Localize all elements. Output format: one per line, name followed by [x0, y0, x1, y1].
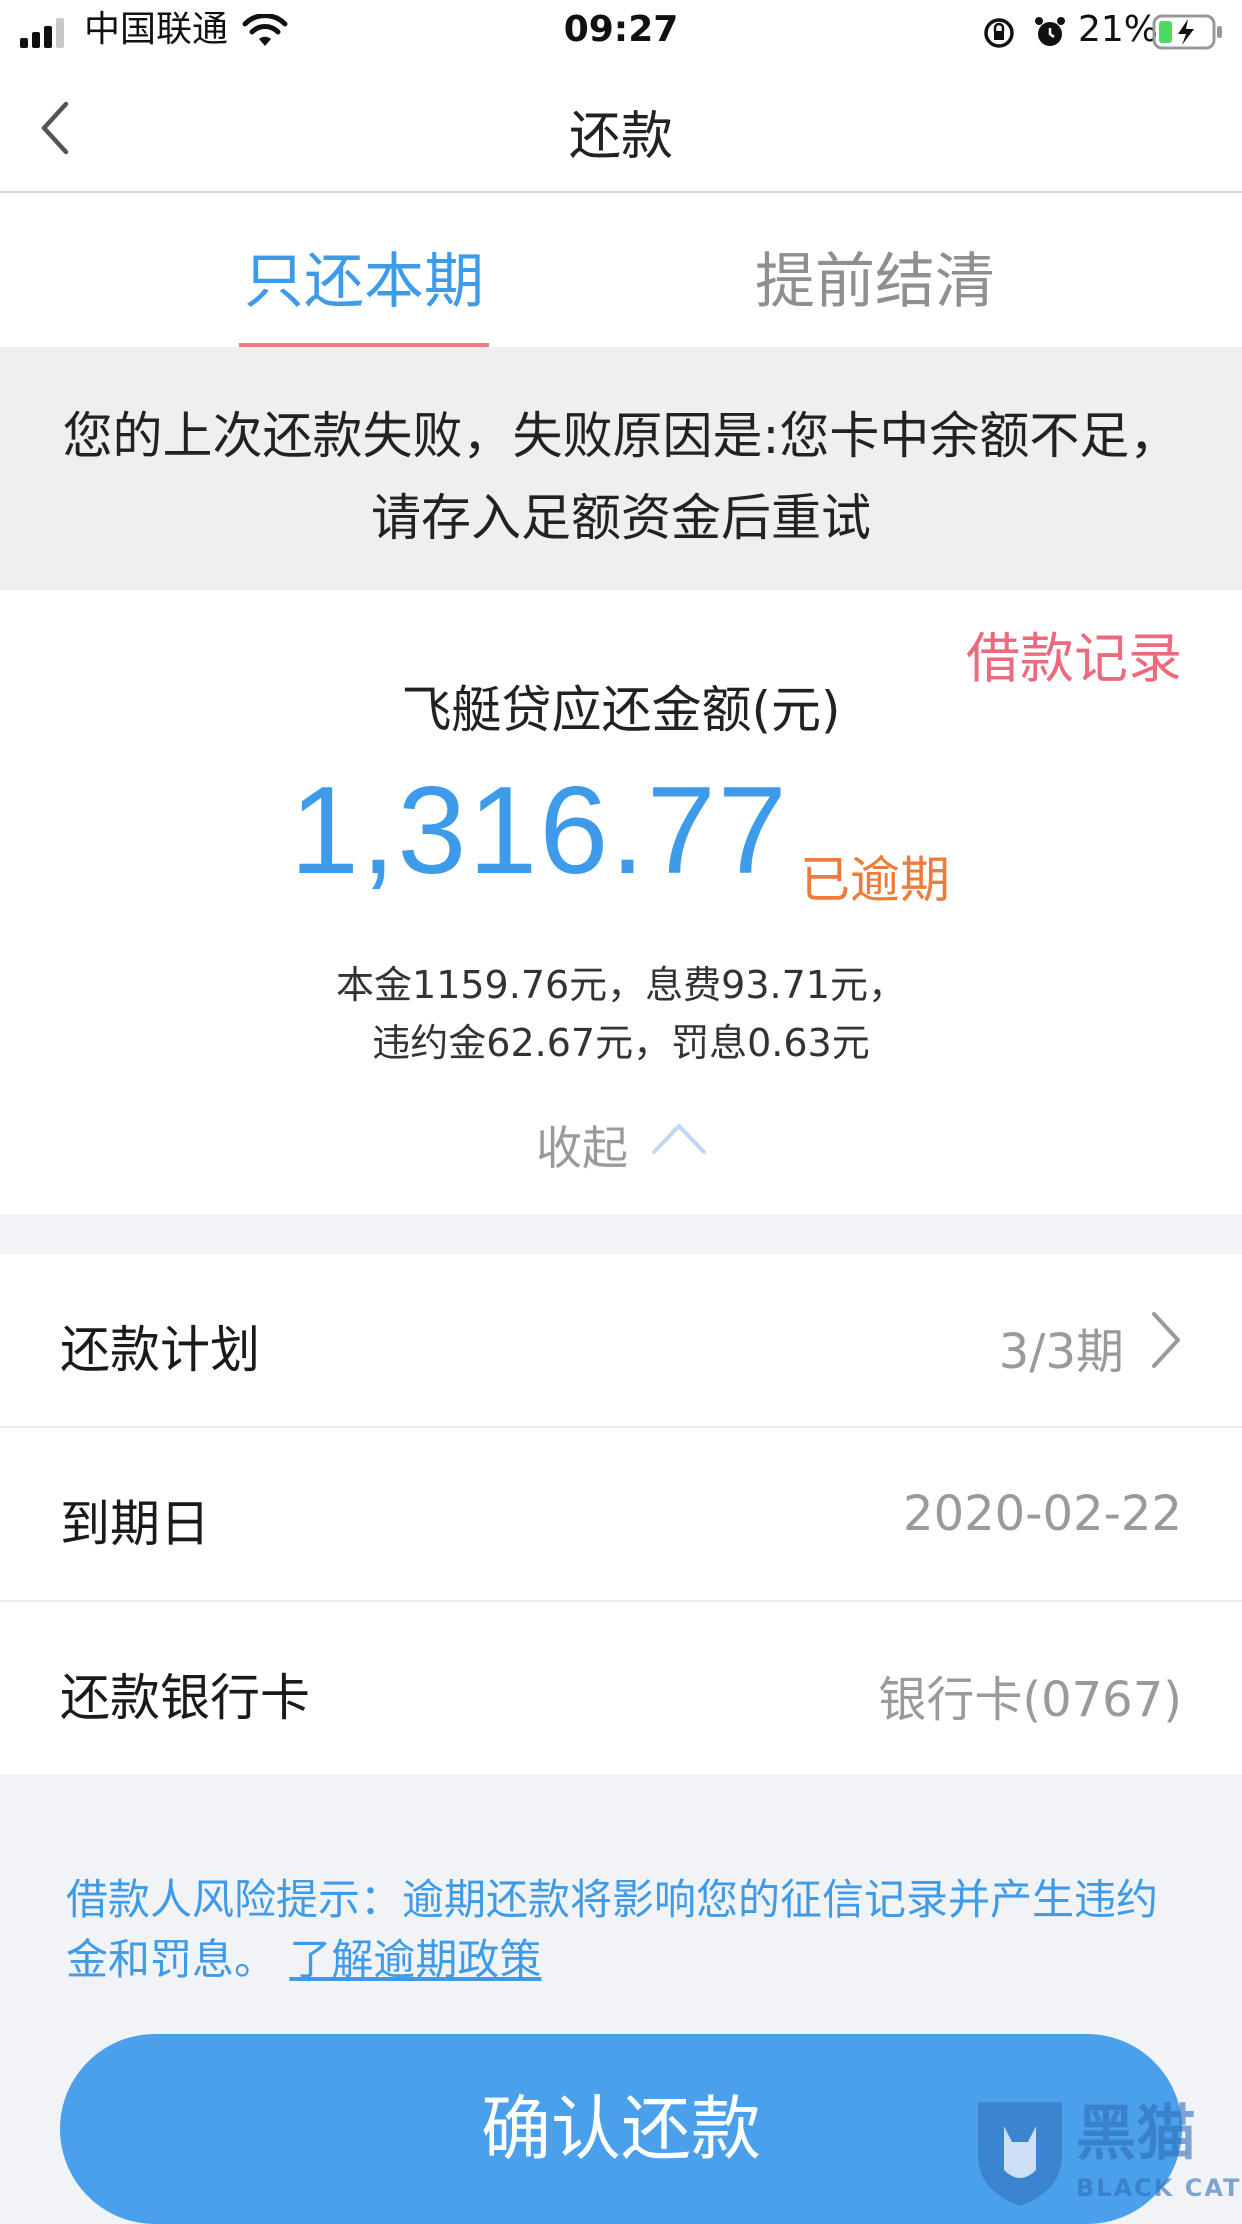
chevron-up-icon[interactable]: [650, 1120, 708, 1156]
breakdown-line-1: 本金1159.76元，息费93.71元，: [336, 963, 906, 1007]
overdue-badge: 已逾期: [800, 851, 950, 909]
tab-bar: 只还本期 提前结清: [0, 193, 1242, 347]
row-value: 2020-02-22: [903, 1486, 1182, 1542]
amount-label: 飞艇贷应还金额(元): [401, 681, 841, 739]
tab-pay-current[interactable]: 只还本期: [239, 233, 489, 320]
row-label: 还款银行卡: [60, 1669, 310, 1727]
nav-bar: 还款: [0, 64, 1242, 193]
battery-percent: 21%: [1078, 9, 1159, 50]
overdue-policy-link[interactable]: 了解逾期政策: [289, 1935, 541, 1984]
row-value: 银行卡(0767): [878, 1672, 1182, 1728]
breakdown-line-2: 违约金62.67元，罚息0.63元: [372, 1021, 870, 1065]
cat-shield-icon: [978, 2102, 1062, 2206]
battery-icon: [1152, 14, 1222, 50]
orientation-lock-icon: [984, 18, 1014, 48]
tab-early-settlement[interactable]: 提前结清: [750, 233, 1000, 320]
amount-card: 借款记录 飞艇贷应还金额(元) 1,316.77 已逾期 本金1159.76元，…: [0, 590, 1242, 1214]
row-label: 到期日: [60, 1495, 210, 1553]
page-title: 还款: [568, 107, 673, 167]
risk-text: 借款人风险提示：逾期还款将影响您的征信记录并产生违约金和罚息。: [66, 1875, 1159, 1984]
failure-notice: 您的上次还款失败，失败原因是:您卡中余额不足，请存入足额资金后重试: [0, 347, 1242, 590]
collapse-button[interactable]: 收起: [536, 1112, 628, 1178]
watermark-en: BLACK CAT: [1076, 2174, 1242, 2202]
row-due-date: 到期日 2020-02-22: [0, 1428, 1242, 1600]
watermark-cn: 黑猫: [1076, 2099, 1196, 2169]
chevron-right-icon[interactable]: [1148, 1310, 1184, 1370]
row-repayment-plan[interactable]: 还款计划 3/3期: [0, 1254, 1242, 1426]
notice-text: 您的上次还款失败，失败原因是:您卡中余额不足，请存入足额资金后重试: [62, 407, 1180, 547]
amount-value: 1,316.77: [290, 762, 789, 900]
row-bank-card[interactable]: 还款银行卡 银行卡(0767): [0, 1602, 1242, 1774]
alarm-icon: [1035, 17, 1065, 46]
watermark-logo: 黑猫 BLACK CAT: [968, 2096, 1242, 2208]
row-label: 还款计划: [60, 1321, 260, 1379]
row-value: 3/3期: [998, 1324, 1124, 1380]
risk-notice: 借款人风险提示：逾期还款将影响您的征信记录并产生违约金和罚息。 了解逾期政策: [66, 1870, 1176, 1990]
status-bar: 中国联通 09:27 21%: [0, 0, 1242, 64]
section-separator: [0, 1214, 1242, 1254]
